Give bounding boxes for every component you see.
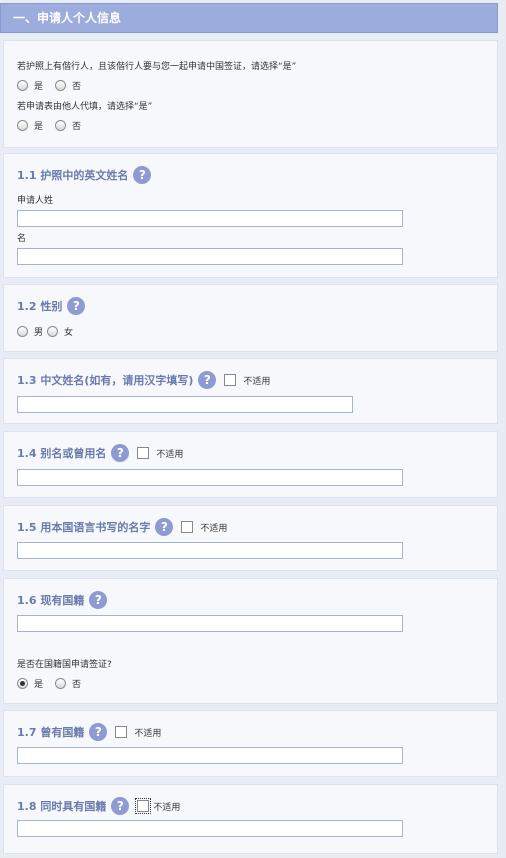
proxy-question: 若申请表由他人代填，请选择“是” (17, 102, 153, 112)
alias-title: 1.4 别名或曾用名 ? 不适用 (17, 444, 183, 462)
current-nationality-title-text: 1.6 现有国籍 (17, 594, 85, 607)
alias-na-checkbox[interactable] (137, 447, 150, 459)
section-other-nationality: 1.8 同时具有国籍 ? 不适用 (3, 784, 498, 854)
section-header: 一、申请人个人信息 (0, 3, 498, 33)
chinese-name-title: 1.3 中文姓名(如有，请用汉字填写) ? 不适用 (17, 371, 270, 389)
female-label: 女 (64, 328, 74, 338)
current-nationality-title: 1.6 现有国籍 ? (17, 591, 108, 609)
alias-na-label: 不适用 (156, 449, 184, 460)
companion-yes-label: 是 (34, 82, 44, 92)
english-name-title-text: 1.1 护照中的英文姓名 (17, 169, 129, 182)
proxy-no-label: 否 (72, 122, 82, 132)
former-nationality-na-label: 不适用 (134, 728, 162, 739)
proxy-yes-label: 是 (34, 122, 44, 132)
given-name-label: 名 (17, 234, 27, 244)
gender-radio-group: 男 女 (17, 325, 85, 338)
help-icon[interactable]: ? (155, 518, 174, 536)
native-name-na-label: 不适用 (200, 523, 228, 534)
former-nationality-na-checkbox[interactable] (115, 726, 128, 738)
gender-title: 1.2 性别 ? (17, 297, 86, 315)
help-icon[interactable]: ? (111, 444, 130, 462)
alias-title-text: 1.4 别名或曾用名 (17, 447, 107, 460)
companion-no-label: 否 (72, 82, 82, 92)
native-name-input[interactable] (17, 542, 403, 559)
help-icon[interactable]: ? (198, 371, 217, 389)
companion-question: 若护照上有偕行人，且该偕行人要与您一起申请中国签证，请选择“是” (17, 62, 297, 72)
other-nationality-na-label: 不适用 (153, 802, 181, 813)
help-icon[interactable]: ? (133, 166, 152, 184)
section-gender: 1.2 性别 ? 男 女 (3, 284, 498, 352)
proxy-radio-group: 是 否 (17, 119, 93, 132)
intro-section: 若护照上有偕行人，且该偕行人要与您一起申请中国签证，请选择“是” 是 否 若申请… (3, 40, 498, 148)
section-former-nationality: 1.7 曾有国籍 ? 不适用 (3, 710, 498, 777)
help-icon[interactable]: ? (89, 591, 108, 609)
apply-in-nationality-radio-group: 是 否 (17, 677, 93, 690)
native-name-na-checkbox[interactable] (181, 521, 194, 533)
other-nationality-input[interactable] (17, 820, 403, 837)
former-nationality-title-text: 1.7 曾有国籍 (17, 726, 85, 739)
female-radio[interactable] (47, 326, 59, 337)
section-english-name: 1.1 护照中的英文姓名 ? 申请人姓 名 (3, 153, 498, 278)
chinese-name-na-checkbox[interactable] (224, 374, 237, 386)
companion-radio-group: 是 否 (17, 79, 93, 92)
apply-in-nationality-question: 是否在国籍国申请签证? (17, 660, 112, 670)
given-name-input[interactable] (17, 248, 403, 265)
former-nationality-input[interactable] (17, 747, 403, 764)
native-name-title-text: 1.5 用本国语言书写的名字 (17, 521, 151, 534)
surname-label: 申请人姓 (17, 196, 54, 206)
chinese-name-na-label: 不适用 (243, 376, 271, 387)
apply-in-nationality-no-label: 否 (72, 680, 82, 690)
help-icon[interactable]: ? (89, 723, 108, 741)
other-nationality-na-checkbox[interactable] (135, 798, 152, 814)
help-icon[interactable]: ? (111, 797, 130, 815)
companion-no-radio[interactable] (55, 80, 67, 91)
section-alias: 1.4 别名或曾用名 ? 不适用 (3, 431, 498, 498)
current-nationality-input[interactable] (17, 615, 403, 632)
chinese-name-input[interactable] (17, 396, 353, 413)
section-native-name: 1.5 用本国语言书写的名字 ? 不适用 (3, 505, 498, 571)
proxy-yes-radio[interactable] (17, 120, 28, 131)
apply-in-nationality-yes-label: 是 (34, 680, 44, 690)
section-chinese-name: 1.3 中文姓名(如有，请用汉字填写) ? 不适用 (3, 358, 498, 424)
male-radio[interactable] (17, 326, 28, 337)
section-current-nationality: 1.6 现有国籍 ? 是否在国籍国申请签证? 是 否 (3, 578, 498, 704)
male-label: 男 (34, 328, 44, 338)
apply-in-nationality-yes-radio[interactable] (17, 678, 28, 689)
native-name-title: 1.5 用本国语言书写的名字 ? 不适用 (17, 518, 227, 536)
surname-input[interactable] (17, 210, 403, 227)
chinese-name-title-text: 1.3 中文姓名(如有，请用汉字填写) (17, 374, 194, 387)
other-nationality-title-text: 1.8 同时具有国籍 (17, 800, 107, 813)
help-icon[interactable]: ? (67, 297, 86, 315)
english-name-title: 1.1 护照中的英文姓名 ? (17, 166, 152, 184)
gender-title-text: 1.2 性别 (17, 300, 63, 313)
former-nationality-title: 1.7 曾有国籍 ? 不适用 (17, 723, 161, 741)
apply-in-nationality-no-radio[interactable] (55, 678, 67, 689)
proxy-no-radio[interactable] (55, 120, 67, 131)
companion-yes-radio[interactable] (17, 80, 28, 91)
other-nationality-title: 1.8 同时具有国籍 ? 不适用 (17, 797, 180, 815)
alias-input[interactable] (17, 469, 403, 486)
